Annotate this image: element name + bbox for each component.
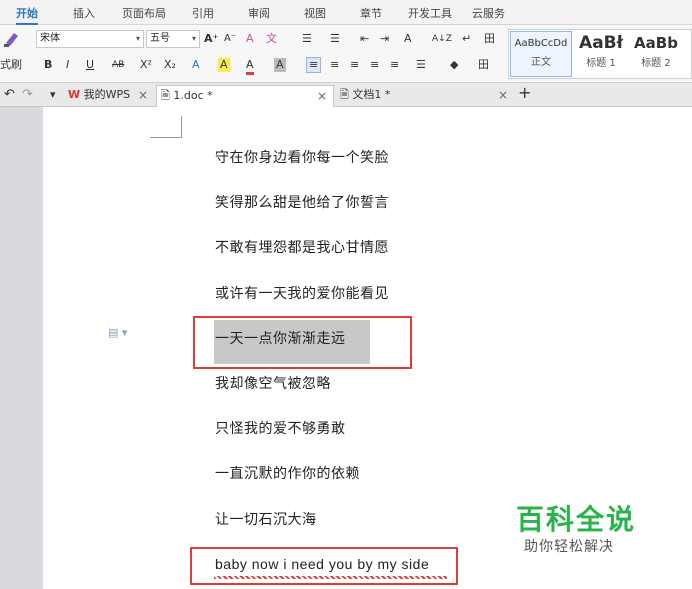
bold-button[interactable]: B xyxy=(44,58,52,72)
text-effect-button[interactable]: A xyxy=(192,58,200,72)
style-heading1[interactable]: AaBł 标题 1 xyxy=(572,31,630,77)
menu-references[interactable]: 引用 xyxy=(192,0,214,25)
format-painter-icon[interactable] xyxy=(2,29,22,49)
menu-home[interactable]: 开始 xyxy=(16,0,38,25)
highlight-box xyxy=(193,316,412,369)
tab-document-1[interactable]: 🗎 文档1 * × xyxy=(336,85,514,107)
wps-logo-icon: W xyxy=(68,88,81,101)
distribute-button[interactable]: ≡ xyxy=(390,58,399,72)
strikethrough-button[interactable]: AB xyxy=(112,58,124,72)
tab-label: 文档1 * xyxy=(352,88,391,101)
close-icon[interactable]: × xyxy=(317,86,327,106)
chevron-down-icon: ▾ xyxy=(191,34,196,43)
show-marks-button[interactable]: ↵ xyxy=(462,32,471,46)
chevron-down-icon: ▾ xyxy=(135,34,140,43)
ribbon: 式刷 宋体 ▾ 五号 ▾ A⁺ A⁻ A 文 ☰ ☰ ⇤ ⇥ A A↓Z ↵ 田 B… xyxy=(0,25,692,83)
doc-line[interactable]: 笑得那么甜是他给了你誓言 xyxy=(215,192,389,212)
menu-insert[interactable]: 插入 xyxy=(73,0,95,25)
align-center-button[interactable]: ≡ xyxy=(330,58,339,72)
change-case-button[interactable]: A xyxy=(404,32,412,46)
style-normal-name: 正文 xyxy=(531,57,551,68)
menu-view[interactable]: 视图 xyxy=(304,0,326,25)
decrease-indent-button[interactable]: ⇤ xyxy=(360,32,369,46)
watermark-title: 百科全说 xyxy=(516,503,637,536)
font-name-select[interactable]: 宋体 ▾ xyxy=(36,30,144,48)
borders-button[interactable]: 田 xyxy=(478,58,489,72)
doc-line[interactable]: 让一切石沉大海 xyxy=(215,509,317,529)
doc-line[interactable]: 不敢有埋怨都是我心甘情愿 xyxy=(215,237,389,257)
italic-button[interactable]: I xyxy=(66,58,69,72)
margin-corner-mark xyxy=(180,116,182,138)
justify-button[interactable]: ≡ xyxy=(370,58,379,72)
tab-list-dropdown[interactable]: ▾ xyxy=(50,88,56,102)
shading-button[interactable]: ◆ xyxy=(450,58,458,72)
tab-1-doc[interactable]: 🗎 1.doc * × xyxy=(156,85,334,107)
font-name-value: 宋体 xyxy=(40,33,60,44)
font-size-select[interactable]: 五号 ▾ xyxy=(146,30,200,48)
doc-line[interactable]: 只怪我的爱不够勇敢 xyxy=(215,418,346,438)
left-gutter xyxy=(0,107,43,589)
char-shading-button[interactable]: A xyxy=(274,58,286,72)
menu-section[interactable]: 章节 xyxy=(360,0,382,25)
doc-icon: 🗎 xyxy=(161,89,170,102)
highlight-box xyxy=(190,547,458,585)
bullets-button[interactable]: ☰ xyxy=(302,32,312,46)
align-left-button[interactable]: ≡ xyxy=(306,57,322,73)
grow-font-button[interactable]: A⁺ xyxy=(204,32,218,46)
font-color-button[interactable]: A xyxy=(246,58,254,75)
new-tab-button[interactable]: + xyxy=(518,85,531,101)
font-size-value: 五号 xyxy=(150,33,170,44)
subscript-button[interactable]: X₂ xyxy=(164,58,176,72)
style-heading2-sample: AaBb xyxy=(634,34,678,52)
doc-line[interactable]: 或许有一天我的爱你能看见 xyxy=(215,283,389,303)
numbering-button[interactable]: ☰ xyxy=(330,32,340,46)
menu-bar: 开始 插入 页面布局 引用 审阅 视图 章节 开发工具 云服务 xyxy=(0,0,692,25)
style-normal[interactable]: AaBbCcDd 正文 xyxy=(510,31,572,77)
menu-developer[interactable]: 开发工具 xyxy=(408,0,452,25)
superscript-button[interactable]: X² xyxy=(140,58,152,72)
menu-review[interactable]: 审阅 xyxy=(248,0,270,25)
tab-label: 1.doc * xyxy=(173,89,213,102)
highlight-button[interactable]: A xyxy=(218,58,230,72)
watermark-subtitle: 助你轻松解决 xyxy=(524,539,614,555)
style-heading2-name: 标题 2 xyxy=(641,58,671,69)
tab-my-wps[interactable]: W 我的WPS × xyxy=(64,85,154,107)
tab-label: 我的WPS xyxy=(83,88,131,101)
clear-format-button[interactable]: A xyxy=(246,32,254,46)
margin-corner-mark xyxy=(150,137,182,138)
increase-indent-button[interactable]: ⇥ xyxy=(380,32,389,46)
doc-icon: 🗎 xyxy=(340,88,349,101)
phonetic-button[interactable]: 文 xyxy=(266,32,277,46)
line-spacing-button[interactable]: ☰ xyxy=(416,58,426,72)
doc-line[interactable]: 我却像空气被忽略 xyxy=(215,373,331,393)
menu-cloud[interactable]: 云服务 xyxy=(472,0,505,25)
document-tab-bar: ↶ ↷ ▾ W 我的WPS × 🗎 1.doc * × 🗎 文档1 * × + xyxy=(0,83,692,107)
style-heading2[interactable]: AaBb 标题 2 xyxy=(630,31,682,77)
redo-icon[interactable]: ↷ xyxy=(22,88,33,102)
close-icon[interactable]: × xyxy=(498,85,508,105)
undo-icon[interactable]: ↶ xyxy=(4,88,15,102)
sort-button[interactable]: A↓Z xyxy=(432,32,452,46)
shrink-font-button[interactable]: A⁻ xyxy=(224,32,236,46)
doc-line[interactable]: 一直沉默的作你的依赖 xyxy=(215,463,360,483)
style-normal-sample: AaBbCcDd xyxy=(514,38,568,49)
doc-line[interactable]: 守在你身边看你每一个笑脸 xyxy=(215,147,389,167)
underline-button[interactable]: U xyxy=(86,58,94,72)
menu-page-layout[interactable]: 页面布局 xyxy=(122,0,166,25)
close-icon[interactable]: × xyxy=(138,85,148,105)
table-border-button[interactable]: 田 xyxy=(484,32,495,46)
format-painter-label[interactable]: 式刷 xyxy=(0,58,22,72)
style-heading1-sample: AaBł xyxy=(579,33,623,53)
style-gallery: AaBbCcDd 正文 AaBł 标题 1 AaBb 标题 2 xyxy=(508,29,692,79)
style-heading1-name: 标题 1 xyxy=(586,58,616,69)
align-right-button[interactable]: ≡ xyxy=(350,58,359,72)
paragraph-options-icon[interactable]: ▤ ▾ xyxy=(108,326,127,340)
